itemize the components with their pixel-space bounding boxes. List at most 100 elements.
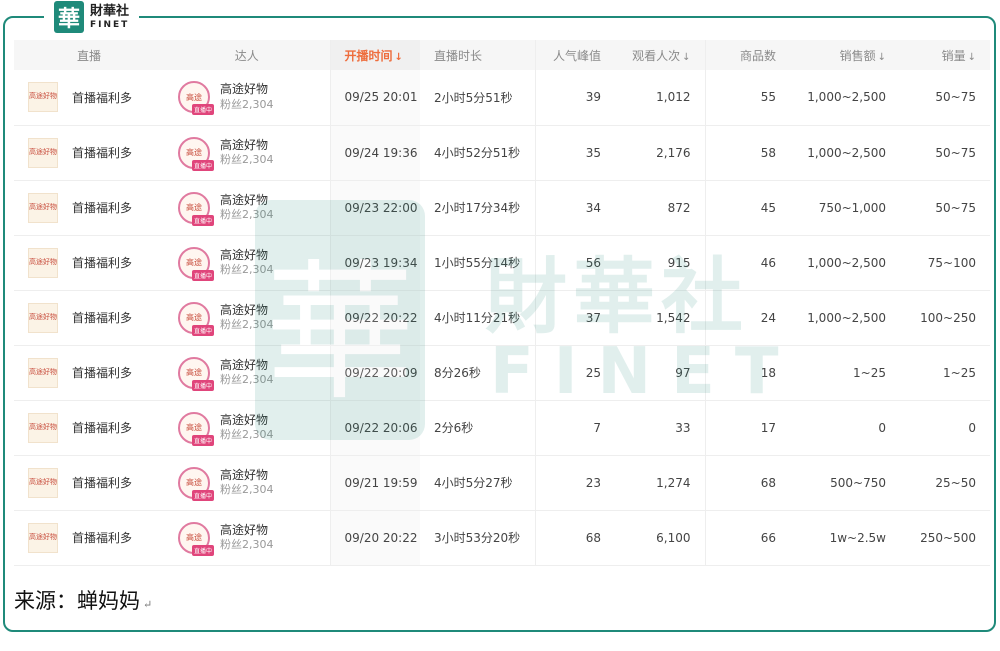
start-time-cell: 09/24 19:36 [329, 125, 420, 180]
live-stream-table: 直播 达人 开播时间 ↓ 直播时长 人气峰值 观看人次 ↓ 商品数 销售额 ↓ 销量 ↓… [14, 40, 990, 566]
talent-name[interactable]: 高途好物 [220, 248, 274, 264]
live-thumbnail[interactable]: 高途好物 [28, 247, 58, 278]
avatar[interactable]: 高途 直播中 [178, 356, 214, 391]
live-title[interactable]: 首播福利多 [72, 89, 132, 106]
live-cell[interactable]: 高途好物 首播福利多 [14, 455, 164, 510]
live-cell[interactable]: 高途好物 首播福利多 [14, 510, 164, 565]
duration-cell: 2小时17分34秒 [434, 201, 521, 215]
live-cell[interactable]: 高途好物 首播福利多 [14, 125, 164, 180]
talent-cell[interactable]: 高途 直播中 高途好物 粉丝2,304 [164, 180, 330, 235]
table-row[interactable]: 高途好物 首播福利多 高途 直播中 高途好物 粉丝2,304 09/22 20:22 4小时1… [14, 290, 990, 345]
header-sales-volume[interactable]: 销量 ↓ [900, 40, 990, 70]
talent-cell[interactable]: 高途 直播中 高途好物 粉丝2,304 [164, 400, 330, 455]
table-row[interactable]: 高途好物 首播福利多 高途 直播中 高途好物 粉丝2,304 09/24 19:36 4小时5… [14, 125, 990, 180]
live-cell[interactable]: 高途好物 首播福利多 [14, 70, 164, 125]
talent-cell[interactable]: 高途 直播中 高途好物 粉丝2,304 [164, 345, 330, 400]
peak-popularity-cell: 56 [534, 235, 615, 290]
start-time-cell: 09/20 20:22 [329, 510, 420, 565]
live-thumbnail[interactable]: 高途好物 [28, 302, 58, 333]
views-cell: 2,176 [656, 145, 691, 160]
live-title[interactable]: 首播福利多 [72, 254, 132, 271]
avatar[interactable]: 高途 直播中 [178, 466, 214, 501]
sales-amount-cell: 1,000~2,500 [807, 255, 886, 270]
peak-popularity-cell: 37 [534, 290, 615, 345]
products-cell: 55 [704, 70, 790, 125]
avatar[interactable]: 高途 直播中 [178, 81, 214, 116]
finet-logo: 華 財華社 FINET [44, 0, 140, 34]
talent-cell[interactable]: 高途 直播中 高途好物 粉丝2,304 [164, 510, 330, 565]
start-time-cell: 09/22 20:06 [329, 400, 420, 455]
products-cell: 68 [704, 455, 790, 510]
header-sales-amount[interactable]: 销售额 ↓ [790, 40, 900, 70]
views-cell: 1,542 [656, 310, 691, 325]
table-row[interactable]: 高途好物 首播福利多 高途 直播中 高途好物 粉丝2,304 09/23 19:34 1小时5… [14, 235, 990, 290]
live-thumbnail[interactable]: 高途好物 [28, 82, 58, 113]
table-row[interactable]: 高途好物 首播福利多 高途 直播中 高途好物 粉丝2,304 09/22 20:06 2分6秒… [14, 400, 990, 455]
talent-fans: 粉丝2,304 [220, 153, 274, 167]
talent-name[interactable]: 高途好物 [220, 468, 274, 484]
live-thumbnail[interactable]: 高途好物 [28, 192, 58, 223]
live-title[interactable]: 首播福利多 [72, 199, 132, 216]
live-cell[interactable]: 高途好物 首播福利多 [14, 345, 164, 400]
sales-volume-cell: 100~250 [920, 310, 976, 325]
live-title[interactable]: 首播福利多 [72, 529, 132, 546]
duration-cell: 1小时55分14秒 [434, 256, 521, 270]
talent-name[interactable]: 高途好物 [220, 138, 274, 154]
talent-name[interactable]: 高途好物 [220, 303, 274, 319]
table-row[interactable]: 高途好物 首播福利多 高途 直播中 高途好物 粉丝2,304 09/25 20:01 2小时5… [14, 70, 990, 125]
talent-name[interactable]: 高途好物 [220, 82, 274, 98]
talent-name[interactable]: 高途好物 [220, 193, 274, 209]
talent-cell[interactable]: 高途 直播中 高途好物 粉丝2,304 [164, 235, 330, 290]
sort-arrow-icon: ↓ [682, 51, 691, 63]
table-row[interactable]: 高途好物 首播福利多 高途 直播中 高途好物 粉丝2,304 09/22 20:09 8分26… [14, 345, 990, 400]
live-badge: 直播中 [191, 434, 214, 446]
live-thumbnail[interactable]: 高途好物 [28, 412, 58, 443]
products-cell: 18 [704, 345, 790, 400]
live-cell[interactable]: 高途好物 首播福利多 [14, 290, 164, 345]
table-row[interactable]: 高途好物 首播福利多 高途 直播中 高途好物 粉丝2,304 09/21 19:59 4小时5… [14, 455, 990, 510]
sales-volume-cell: 50~75 [935, 145, 976, 160]
talent-cell[interactable]: 高途 直播中 高途好物 粉丝2,304 [164, 290, 330, 345]
talent-fans: 粉丝2,304 [220, 538, 274, 552]
peak-popularity-cell: 39 [534, 70, 615, 125]
header-views[interactable]: 观看人次 ↓ [615, 40, 705, 70]
talent-fans: 粉丝2,304 [220, 428, 274, 442]
live-title[interactable]: 首播福利多 [72, 419, 132, 436]
live-title[interactable]: 首播福利多 [72, 474, 132, 491]
peak-popularity-cell: 7 [534, 400, 615, 455]
avatar[interactable]: 高途 直播中 [178, 136, 214, 171]
live-cell[interactable]: 高途好物 首播福利多 [14, 180, 164, 235]
talent-cell[interactable]: 高途 直播中 高途好物 粉丝2,304 [164, 455, 330, 510]
live-thumbnail[interactable]: 高途好物 [28, 357, 58, 388]
views-cell: 915 [667, 255, 691, 270]
peak-popularity-cell: 35 [534, 125, 615, 180]
live-thumbnail[interactable]: 高途好物 [28, 467, 58, 498]
live-cell[interactable]: 高途好物 首播福利多 [14, 400, 164, 455]
live-title[interactable]: 首播福利多 [72, 144, 132, 161]
talent-name[interactable]: 高途好物 [220, 358, 274, 374]
live-title[interactable]: 首播福利多 [72, 364, 132, 381]
live-thumbnail[interactable]: 高途好物 [28, 137, 58, 168]
peak-popularity-cell: 25 [534, 345, 615, 400]
talent-name[interactable]: 高途好物 [220, 523, 274, 539]
views-cell: 872 [667, 200, 691, 215]
duration-cell: 2小时5分51秒 [434, 90, 513, 105]
source-caption: 来源：蝉妈妈 ↵ [14, 585, 152, 615]
start-time-cell: 09/23 22:00 [329, 180, 420, 235]
avatar[interactable]: 高途 直播中 [178, 411, 214, 446]
table-row[interactable]: 高途好物 首播福利多 高途 直播中 高途好物 粉丝2,304 09/23 22:00 2小时1… [14, 180, 990, 235]
header-products: 商品数 [704, 40, 790, 70]
talent-cell[interactable]: 高途 直播中 高途好物 粉丝2,304 [164, 70, 330, 125]
live-cell[interactable]: 高途好物 首播福利多 [14, 235, 164, 290]
live-thumbnail[interactable]: 高途好物 [28, 522, 58, 553]
avatar[interactable]: 高途 直播中 [178, 521, 214, 556]
talent-name[interactable]: 高途好物 [220, 413, 274, 429]
talent-fans: 粉丝2,304 [220, 318, 274, 332]
live-title[interactable]: 首播福利多 [72, 309, 132, 326]
header-start-time[interactable]: 开播时间 ↓ [329, 40, 420, 70]
avatar[interactable]: 高途 直播中 [178, 246, 214, 281]
table-row[interactable]: 高途好物 首播福利多 高途 直播中 高途好物 粉丝2,304 09/20 20:22 3小时5… [14, 510, 990, 565]
talent-cell[interactable]: 高途 直播中 高途好物 粉丝2,304 [164, 125, 330, 180]
avatar[interactable]: 高途 直播中 [178, 191, 214, 226]
avatar[interactable]: 高途 直播中 [178, 301, 214, 336]
